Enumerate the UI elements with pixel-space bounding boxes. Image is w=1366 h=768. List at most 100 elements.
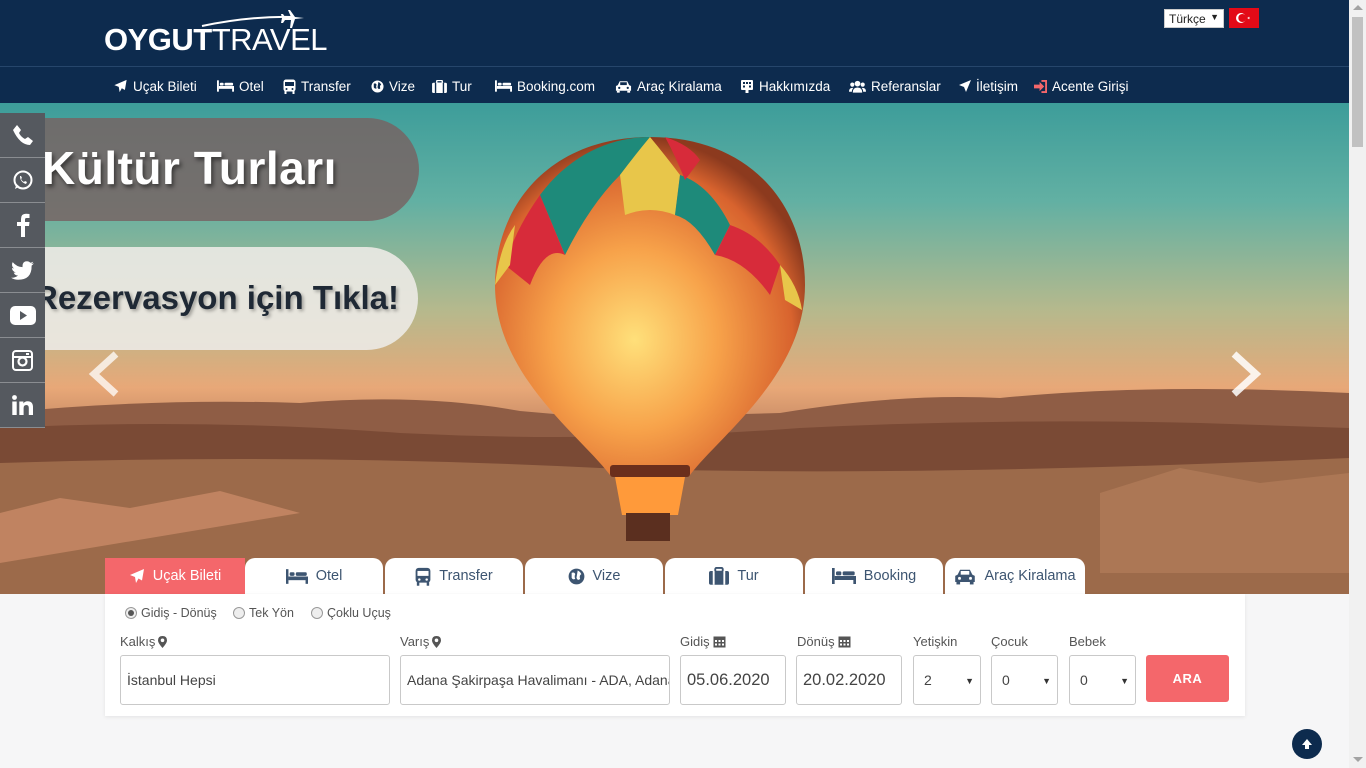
users-icon: [849, 80, 866, 93]
youtube-link[interactable]: [0, 293, 45, 338]
oygut-travel-logo[interactable]: OYGUTTRAVEL: [104, 8, 328, 57]
from-label: Kalkış: [120, 634, 168, 649]
depart-label: Gidiş: [680, 634, 726, 649]
facebook-icon: [16, 213, 29, 237]
phone-icon: [12, 125, 33, 145]
nav-label: Araç Kiralama: [637, 78, 722, 94]
whatsapp-icon: [13, 170, 32, 190]
linkedin-icon: [12, 395, 33, 415]
adult-label: Yetişkin: [913, 634, 958, 649]
nav-label: Acente Girişi: [1052, 78, 1129, 94]
search-button[interactable]: ARA: [1146, 655, 1229, 702]
hero-slider[interactable]: Kültür Turları Rezervasyon için Tıkla!: [0, 103, 1349, 594]
main-nav: Uçak Bileti Otel Transfer Vize Tur Booki…: [0, 66, 1349, 103]
tab-label: Araç Kiralama: [984, 568, 1076, 584]
nav-item-hakkimizda[interactable]: Hakkımızda: [740, 77, 830, 95]
scrollbar-thumb[interactable]: [1352, 17, 1363, 147]
nav-item-iletisim[interactable]: İletişim: [959, 77, 1018, 95]
slider-next-arrow-icon[interactable]: [1228, 351, 1264, 397]
bed-icon: [285, 568, 308, 584]
tab-transfer[interactable]: Transfer: [385, 558, 523, 594]
tab-arac-kiralama[interactable]: Araç Kiralama: [945, 558, 1085, 594]
nav-label: Hakkımızda: [759, 78, 831, 94]
adult-count-select[interactable]: 2 ▼: [913, 655, 981, 705]
language-select[interactable]: Türkçe ▼: [1164, 9, 1224, 28]
departure-date-input[interactable]: 05.06.2020: [680, 655, 786, 705]
arrow-up-icon: [1302, 739, 1312, 749]
tab-label: Uçak Bileti: [152, 568, 222, 584]
bus-icon: [415, 567, 431, 586]
turkish-flag-icon[interactable]: [1229, 8, 1259, 28]
tab-label: Transfer: [439, 568, 493, 584]
nav-label: Referanslar: [871, 78, 941, 94]
child-label: Çocuk: [991, 634, 1028, 649]
nav-label: İletişim: [976, 78, 1019, 94]
chevron-down-icon: ▼: [1042, 676, 1051, 686]
nav-item-acente-girisi[interactable]: Acente Girişi: [1034, 77, 1129, 95]
tab-tur[interactable]: Tur: [665, 558, 803, 594]
car-icon: [955, 569, 976, 584]
globe-icon: [568, 568, 584, 584]
radio-button[interactable]: [125, 607, 137, 619]
nav-label: Tur: [452, 78, 472, 94]
top-header: OYGUTTRAVEL Türkçe ▼: [0, 0, 1349, 66]
radio-button[interactable]: [233, 607, 245, 619]
nav-item-ucak-bileti[interactable]: Uçak Bileti: [113, 77, 197, 95]
map-marker-icon: [432, 635, 442, 648]
bus-icon: [283, 79, 296, 94]
map-marker-icon: [158, 635, 168, 648]
facebook-link[interactable]: [0, 203, 45, 248]
whatsapp-link[interactable]: [0, 158, 45, 203]
nav-label: Uçak Bileti: [133, 78, 197, 94]
tab-vize[interactable]: Vize: [525, 558, 663, 594]
nav-label: Otel: [239, 78, 264, 94]
calendar-icon: [713, 636, 726, 648]
infant-count-select[interactable]: 0 ▼: [1069, 655, 1136, 705]
tab-otel[interactable]: Otel: [245, 558, 383, 594]
scroll-up-arrow-icon[interactable]: [1353, 5, 1363, 10]
radio-label: Gidiş - Dönüş: [141, 606, 217, 620]
tab-booking[interactable]: Booking: [805, 558, 943, 594]
bed-icon: [495, 80, 512, 92]
nav-item-referanslar[interactable]: Referanslar: [849, 77, 941, 95]
scroll-down-arrow-icon[interactable]: [1353, 757, 1363, 762]
radio-button[interactable]: [311, 607, 323, 619]
return-label: Dönüş: [797, 634, 851, 649]
nav-label: Booking.com: [517, 78, 596, 94]
bed-icon: [217, 80, 234, 92]
select-value: 0: [1080, 672, 1088, 688]
return-date-input[interactable]: 20.02.2020: [796, 655, 902, 705]
radio-round-trip[interactable]: Gidiş - Dönüş: [125, 606, 217, 620]
arrival-airport-input[interactable]: Adana Şakirpaşa Havalimanı - ADA, Adana: [400, 655, 670, 705]
nav-item-transfer[interactable]: Transfer: [283, 77, 351, 95]
phone-link[interactable]: [0, 113, 45, 158]
nav-item-otel[interactable]: Otel: [217, 77, 264, 95]
hot-air-balloon-image: [495, 137, 805, 541]
radio-one-way[interactable]: Tek Yön: [233, 606, 294, 620]
linkedin-link[interactable]: [0, 383, 45, 428]
to-label: Varış: [400, 634, 442, 649]
nav-item-tur[interactable]: Tur: [432, 77, 472, 95]
reservation-cta[interactable]: Rezervasyon için Tıkla!: [34, 279, 399, 317]
child-count-select[interactable]: 0 ▼: [991, 655, 1058, 705]
radio-multi-city[interactable]: Çoklu Uçuş: [311, 606, 391, 620]
departure-airport-input[interactable]: İstanbul Hepsi: [120, 655, 390, 705]
tab-ucak-bileti[interactable]: Uçak Bileti: [105, 558, 245, 594]
instagram-link[interactable]: [0, 338, 45, 383]
car-icon: [615, 80, 632, 93]
slider-prev-arrow-icon[interactable]: [86, 351, 122, 397]
nav-label: Transfer: [301, 78, 351, 94]
nav-item-arac-kiralama[interactable]: Araç Kiralama: [615, 77, 722, 95]
plane-icon: [114, 79, 127, 93]
slide-title[interactable]: Kültür Turları: [42, 141, 337, 195]
scroll-to-top-button[interactable]: [1292, 729, 1322, 759]
radio-label: Tek Yön: [249, 606, 294, 620]
globe-icon: [371, 79, 384, 93]
tab-label: Vize: [592, 568, 621, 584]
chevron-down-icon: ▼: [1120, 676, 1129, 686]
select-value: 2: [924, 672, 932, 688]
chevron-down-icon: ▼: [1210, 12, 1219, 22]
twitter-link[interactable]: [0, 248, 45, 293]
nav-item-booking[interactable]: Booking.com: [495, 77, 595, 95]
nav-item-vize[interactable]: Vize: [371, 77, 415, 95]
